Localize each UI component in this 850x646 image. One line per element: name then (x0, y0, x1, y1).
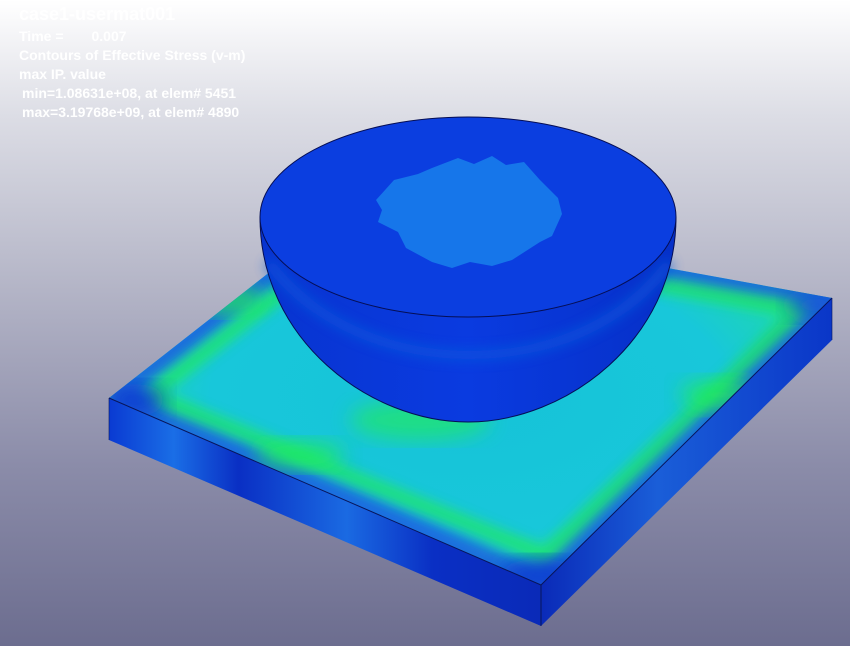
value-mode-label: max IP. value (19, 66, 106, 82)
time-label: Time = (19, 28, 64, 44)
time-value: 0.007 (91, 28, 127, 44)
min-value-readout: min=1.08631e+08, at elem# 5451 (22, 85, 237, 101)
time-readout: Time = 0.007 (19, 27, 245, 46)
max-value-readout: max=3.19768e+09, at elem# 4890 (22, 104, 240, 120)
contour-info-overlay: case1-usermat001 Time = 0.007 Contours of… (19, 5, 245, 122)
case-title: case1-usermat001 (19, 4, 176, 24)
contour-type-label: Contours of Effective Stress (v-m) (19, 47, 246, 63)
graphics-viewport[interactable]: case1-usermat001 Time = 0.007 Contours of… (0, 0, 850, 646)
